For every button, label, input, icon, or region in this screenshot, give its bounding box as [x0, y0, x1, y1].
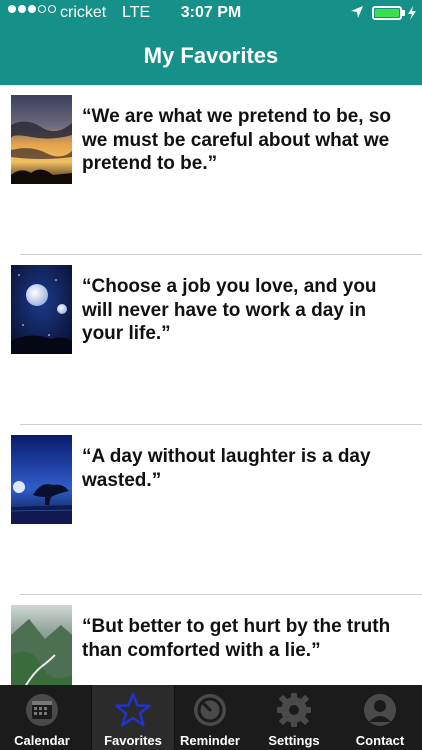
gear-icon	[277, 693, 311, 727]
location-arrow-icon	[351, 6, 363, 18]
quote-text: “A day without laughter is a day wasted.…	[82, 446, 371, 491]
tab-favorites[interactable]: Favorites	[91, 685, 175, 750]
quote-text: “Choose a job you love, and you will nev…	[82, 276, 377, 344]
favorite-row[interactable]: “A day without laughter is a day wasted.…	[0, 425, 422, 595]
calendar-icon	[26, 694, 58, 726]
sunset-clouds-image	[11, 95, 72, 184]
tab-contact[interactable]: Contact	[338, 685, 422, 750]
tab-label: Reminder	[180, 733, 240, 748]
person-icon	[364, 694, 396, 726]
tab-reminder[interactable]: Reminder	[168, 685, 252, 750]
battery-tip	[402, 10, 405, 16]
tab-bar: Calendar Favorites Reminder Settings Con…	[0, 685, 422, 750]
star-icon	[115, 692, 151, 727]
favorite-row[interactable]: “Choose a job you love, and you will nev…	[0, 255, 422, 425]
mountain-valley-image	[11, 605, 72, 685]
tab-label: Contact	[355, 733, 405, 748]
quote-text: “But better to get hurt by the truth tha…	[82, 616, 391, 661]
page-title: My Favorites	[143, 43, 279, 68]
tab-calendar[interactable]: Calendar	[0, 685, 84, 750]
tab-label: Settings	[268, 733, 320, 748]
tab-label: Calendar	[14, 733, 70, 748]
favorite-row[interactable]: “But better to get hurt by the truth tha…	[0, 595, 422, 685]
moonlit-tree-image	[11, 435, 72, 524]
favorite-row[interactable]: “We are what we pretend to be, so we mus…	[0, 85, 422, 255]
battery-icon	[372, 6, 402, 20]
favorites-list[interactable]: “We are what we pretend to be, so we mus…	[0, 85, 422, 685]
tab-label: Favorites	[104, 733, 162, 748]
timer-icon	[194, 694, 226, 726]
app-header: cricket LTE 3:07 PM My Favorites	[0, 0, 422, 85]
charging-bolt-icon	[408, 6, 416, 20]
tab-settings[interactable]: Settings	[252, 685, 336, 750]
status-bar: cricket LTE 3:07 PM	[0, 0, 422, 28]
night-moons-image	[11, 265, 72, 354]
quote-text: “We are what we pretend to be, so we mus…	[82, 106, 391, 174]
